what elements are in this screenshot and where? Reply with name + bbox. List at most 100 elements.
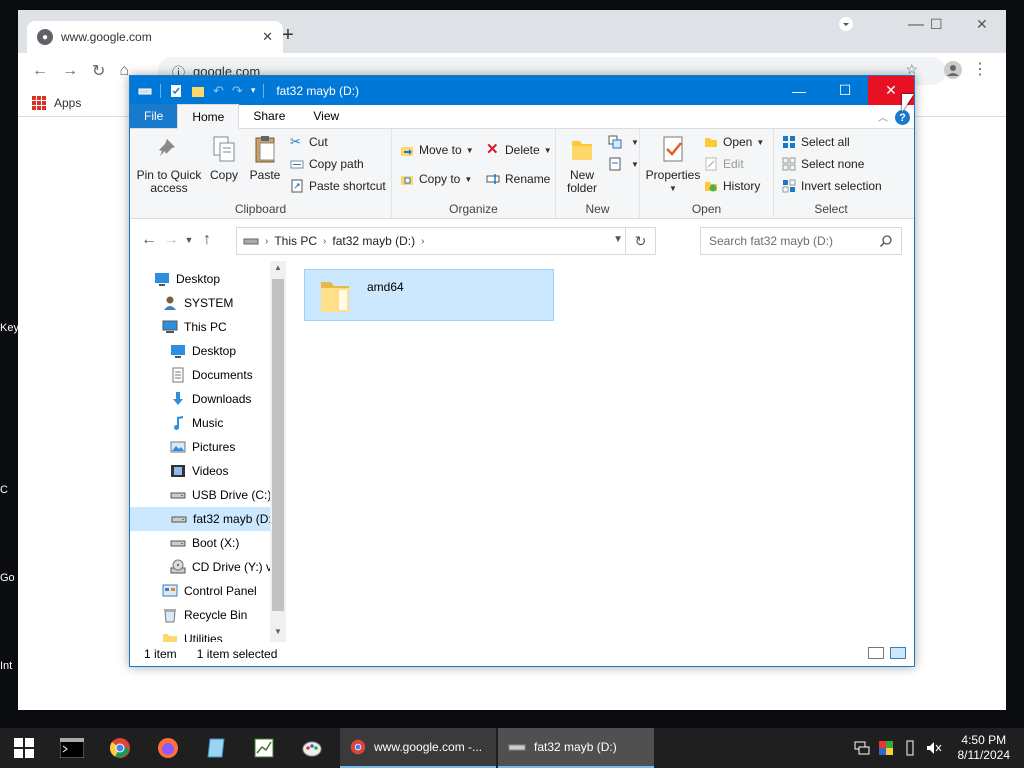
taskbar-task-explorer[interactable]: fat32 mayb (D:) xyxy=(498,728,654,768)
nav-item[interactable]: Boot (X:) xyxy=(170,531,239,555)
properties-icon[interactable] xyxy=(169,84,183,98)
pin-to-quick-access-button[interactable]: Pin to Quick access xyxy=(136,133,202,195)
tab-view[interactable]: View xyxy=(299,104,353,128)
nav-item[interactable]: USB Drive (C:) xyxy=(170,483,271,507)
properties-button[interactable]: Properties ▼ xyxy=(644,133,702,195)
title-bar[interactable]: ↶ ↷ ▾ fat32 mayb (D:) — ☐ ✕ xyxy=(130,76,914,105)
chart-app-button[interactable] xyxy=(240,728,288,768)
nav-item[interactable]: fat32 mayb (D:) xyxy=(130,507,276,531)
nav-item[interactable]: Desktop xyxy=(170,339,236,363)
cut-button[interactable]: ✂ Cut xyxy=(290,135,328,150)
volume-muted-icon[interactable] xyxy=(926,740,942,756)
nav-item[interactable]: Recycle Bin xyxy=(162,603,247,627)
close-tab-icon[interactable]: ✕ xyxy=(262,29,273,45)
color-app-icon[interactable] xyxy=(878,740,894,756)
address-bar[interactable]: › This PC › fat32 mayb (D:) › ▼ ↻ xyxy=(236,227,656,255)
nav-item[interactable]: Music xyxy=(170,411,223,435)
nav-item[interactable]: Documents xyxy=(170,363,253,387)
new-tab-icon[interactable]: + xyxy=(278,24,298,47)
copy-to-button[interactable]: Copy to ▼ xyxy=(400,172,472,186)
tab-home[interactable]: Home xyxy=(177,104,240,129)
chrome-tab[interactable]: ● www.google.com ✕ xyxy=(27,21,283,53)
usb-icon[interactable] xyxy=(902,740,918,756)
delete-button[interactable]: ✕ Delete ▼ xyxy=(486,142,552,157)
up-icon[interactable]: ↑ xyxy=(196,231,218,249)
history-button[interactable]: History xyxy=(704,179,760,193)
nav-item[interactable]: Pictures xyxy=(170,435,235,459)
breadcrumb-this-pc[interactable]: This PC xyxy=(274,234,317,248)
notepad-app-button[interactable] xyxy=(192,728,240,768)
chevron-down-icon[interactable] xyxy=(838,16,854,35)
apps-link[interactable]: Apps xyxy=(54,96,81,110)
back-icon[interactable]: ← xyxy=(32,62,48,80)
start-button[interactable] xyxy=(0,728,48,768)
nav-item[interactable]: Utilities xyxy=(162,627,223,642)
folder-item[interactable]: amd64 xyxy=(304,269,554,321)
paste-button[interactable]: Paste xyxy=(246,133,284,182)
select-none-button[interactable]: Select none xyxy=(782,157,864,171)
customize-qa-icon[interactable]: ▾ xyxy=(251,85,256,96)
search-box[interactable]: Search fat32 mayb (D:) xyxy=(700,227,902,255)
scroll-thumb[interactable] xyxy=(272,279,284,611)
file-list[interactable]: amd64 xyxy=(286,261,914,642)
menu-icon[interactable]: ⋮ xyxy=(972,59,988,79)
copy-button[interactable]: Copy xyxy=(206,133,242,182)
profile-icon[interactable] xyxy=(944,61,962,84)
firefox-app-button[interactable] xyxy=(144,728,192,768)
new-folder-icon[interactable] xyxy=(191,84,205,98)
breadcrumb-drive[interactable]: fat32 mayb (D:) xyxy=(332,234,415,248)
open-button[interactable]: Open ▼ xyxy=(704,135,764,149)
nav-item[interactable]: SYSTEM xyxy=(162,291,233,315)
search-icon[interactable] xyxy=(879,234,893,248)
minimize-button[interactable]: — xyxy=(776,76,822,105)
home-icon[interactable]: ⌂ xyxy=(119,62,129,80)
new-item-button[interactable]: ▼ xyxy=(608,135,639,149)
scroll-up-icon[interactable]: ▲ xyxy=(270,263,286,272)
collapse-ribbon-icon[interactable]: ︿ xyxy=(878,109,888,124)
recent-locations-icon[interactable]: ▼ xyxy=(182,235,196,245)
large-icons-view-icon[interactable] xyxy=(890,647,906,659)
details-view-icon[interactable] xyxy=(868,647,884,659)
reload-icon[interactable]: ↻ xyxy=(92,61,105,81)
new-folder-button[interactable]: New folder xyxy=(562,133,602,195)
nav-item[interactable]: Downloads xyxy=(170,387,251,411)
nav-item[interactable]: Desktop xyxy=(154,267,220,291)
scroll-down-icon[interactable]: ▼ xyxy=(270,627,286,636)
clock[interactable]: 4:50 PM 8/11/2024 xyxy=(958,733,1011,763)
edit-button[interactable]: Edit xyxy=(704,157,744,171)
paste-shortcut-button[interactable]: Paste shortcut xyxy=(290,179,386,193)
nav-item[interactable]: CD Drive (Y:) vi xyxy=(170,555,275,579)
move-to-button[interactable]: Move to ▼ xyxy=(400,143,474,157)
easy-access-button[interactable]: ▼ xyxy=(608,157,639,171)
network-icon[interactable] xyxy=(854,740,870,756)
cmd-app-button[interactable] xyxy=(48,728,96,768)
nav-item[interactable]: Control Panel xyxy=(162,579,257,603)
close-icon[interactable]: ✕ xyxy=(976,16,988,33)
maximize-icon[interactable]: ☐ xyxy=(930,16,943,33)
refresh-icon[interactable]: ↻ xyxy=(625,228,655,254)
chevron-down-icon[interactable]: ▼ xyxy=(613,234,623,245)
navigation-pane[interactable]: Desktop SYSTEM This PC Desktop Documents Down… xyxy=(130,261,285,642)
nav-item[interactable]: This PC xyxy=(162,315,227,339)
chrome-app-button[interactable] xyxy=(96,728,144,768)
forward-icon[interactable]: → xyxy=(160,231,182,249)
tab-share[interactable]: Share xyxy=(239,104,299,128)
apps-icon[interactable] xyxy=(32,95,46,110)
invert-selection-button[interactable]: Invert selection xyxy=(782,179,882,193)
forward-icon[interactable]: → xyxy=(62,62,78,80)
rename-button[interactable]: Rename xyxy=(486,172,550,186)
help-icon[interactable]: ? xyxy=(895,110,910,125)
clock-time: 4:50 PM xyxy=(961,733,1007,747)
back-icon[interactable]: ← xyxy=(138,231,160,249)
maximize-button[interactable]: ☐ xyxy=(822,76,868,105)
nav-item[interactable]: Videos xyxy=(170,459,228,483)
copy-path-button[interactable]: Copy path xyxy=(290,157,364,171)
redo-icon[interactable]: ↷ xyxy=(232,83,243,99)
undo-icon[interactable]: ↶ xyxy=(213,83,224,99)
select-all-button[interactable]: Select all xyxy=(782,135,850,149)
paint-app-button[interactable] xyxy=(288,728,336,768)
nav-scrollbar[interactable]: ▲ ▼ xyxy=(270,261,286,642)
tab-file[interactable]: File xyxy=(130,104,178,128)
minimize-icon[interactable]: — xyxy=(908,16,924,34)
taskbar-task-chrome[interactable]: www.google.com -... xyxy=(340,728,496,768)
